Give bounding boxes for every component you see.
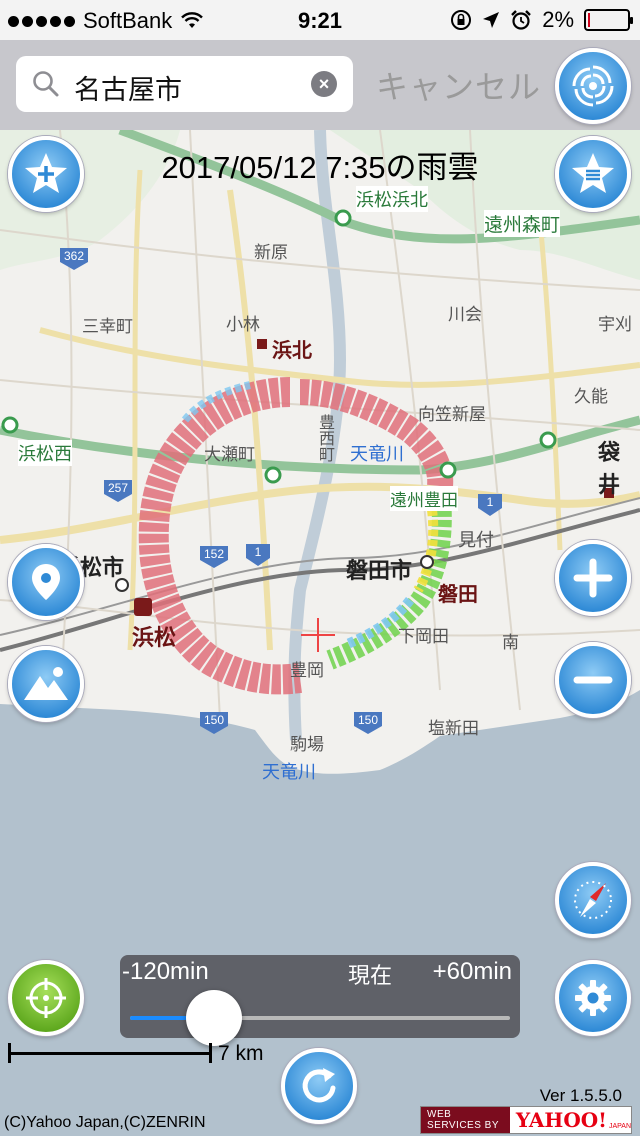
rotation-lock-icon	[451, 10, 472, 30]
battery-icon	[584, 9, 633, 31]
web-services-label: WEB SERVICES BY	[421, 1107, 510, 1133]
map-copyright: (C)Yahoo Japan,(C)ZENRIN	[4, 1114, 206, 1131]
locate-me-button[interactable]	[8, 960, 84, 1036]
locate-me-icon	[26, 978, 66, 1018]
status-right: 2%	[450, 7, 633, 33]
zoom-in-button[interactable]	[555, 540, 631, 616]
label-mukaikasashinya: 向笠新屋	[418, 405, 486, 424]
current-location-icon	[32, 564, 60, 600]
label-toyonishimachi: 豊西町	[316, 414, 333, 462]
refresh-button[interactable]	[281, 1048, 357, 1124]
label-ohsemachi: 大瀬町	[204, 445, 255, 464]
label-route-257: 257	[107, 481, 129, 495]
label-sansainomachi: 三幸町	[82, 317, 133, 336]
label-tenryugawa: 天竜川	[350, 444, 404, 464]
label-route-152: 152	[203, 547, 225, 561]
clear-icon[interactable]: ×	[311, 71, 337, 97]
favorites-list-button[interactable]	[555, 136, 631, 212]
label-route-1-east: 1	[486, 495, 494, 509]
label-route-150-east: 150	[357, 713, 379, 727]
label-enshutoyoda: 遠州豊田	[390, 486, 458, 511]
label-iwata: 磐田	[438, 584, 478, 606]
label-shimokanoda: 下岡田	[398, 627, 449, 646]
search-value: 名古屋市	[74, 75, 182, 105]
label-route-362: 362	[63, 249, 85, 263]
cancel-button[interactable]: キャンセル	[376, 62, 541, 108]
label-kugano: 久能	[574, 387, 608, 406]
label-hamamatsuhamakita: 浜松浜北	[356, 186, 428, 212]
zoom-out-button[interactable]	[555, 642, 631, 718]
compass-button[interactable]	[555, 862, 631, 938]
label-shiosinden: 塩新田	[428, 719, 479, 738]
battery-percent: 2%	[542, 7, 574, 32]
weather-swirl-icon	[572, 65, 614, 107]
settings-button[interactable]	[555, 960, 631, 1036]
zoom-in-icon	[573, 558, 613, 598]
label-tenryugawa-south: 天竜川	[262, 762, 316, 782]
add-favorite-button[interactable]	[8, 136, 84, 212]
map-title: 2017/05/12 7:35の雨雲	[161, 150, 479, 185]
add-favorite-icon	[25, 153, 67, 193]
scale-label: 7 km	[218, 1042, 264, 1065]
label-route-150-west: 150	[203, 713, 225, 727]
label-kasai: 川会	[448, 305, 482, 324]
search-bar: 名古屋市 × キャンセル	[0, 40, 640, 130]
label-hamamatsunishi: 浜松西	[18, 440, 72, 466]
label-minami: 南	[502, 633, 519, 652]
weather-swirl-button[interactable]	[555, 48, 631, 124]
label-hamamatsu: 浜松	[132, 625, 177, 650]
label-hamakita: 浜北	[272, 340, 312, 362]
alarm-icon	[511, 10, 532, 30]
status-bar: SoftBank 9:21 2%	[0, 0, 640, 40]
label-komatsu: 小林	[226, 315, 260, 334]
refresh-icon	[302, 1068, 336, 1103]
zoom-out-icon	[573, 676, 613, 684]
current-location-button[interactable]	[8, 544, 84, 620]
label-toyooka: 豊岡	[290, 661, 324, 680]
compass-icon	[574, 881, 612, 919]
timeline-max-label: +60min	[432, 958, 512, 985]
timeline-min-label: -120min	[122, 958, 209, 985]
scale-bar	[8, 1043, 212, 1063]
label-route-1: 1	[254, 545, 262, 559]
yahoo-japan-label: JAPAN	[608, 1122, 631, 1130]
yahoo-logo: YAHOO!	[515, 1108, 607, 1132]
app-version: Ver 1.5.5.0	[539, 1086, 622, 1105]
favorites-list-icon	[572, 153, 614, 193]
label-shinohara: 新原	[254, 243, 288, 262]
timeline-slider[interactable]	[130, 990, 510, 1046]
mountain-layer-button[interactable]	[8, 646, 84, 722]
location-arrow-icon	[483, 12, 500, 28]
search-icon	[33, 71, 59, 97]
label-miyoshi: 宇刈	[598, 315, 632, 334]
label-ennshumorimachi: 遠州森町	[484, 210, 561, 237]
timeline-slider-thumb[interactable]	[185, 990, 242, 1046]
timeline-now-label: 現在	[348, 963, 393, 988]
label-iwata-city: 磐田市	[346, 558, 413, 583]
label-fukuroi: 袋井	[598, 440, 621, 497]
label-mitsuke: 見付	[458, 530, 494, 550]
timeline-panel: -120min 現在 +60min	[120, 955, 520, 1046]
settings-icon	[575, 980, 611, 1016]
label-komaba: 駒場	[290, 735, 324, 754]
mountain-layer-icon	[24, 667, 68, 700]
search-input[interactable]: 名古屋市 ×	[16, 56, 353, 112]
yahoo-web-services-badge[interactable]: WEB SERVICES BY YAHOO! JAPAN	[420, 1106, 632, 1134]
